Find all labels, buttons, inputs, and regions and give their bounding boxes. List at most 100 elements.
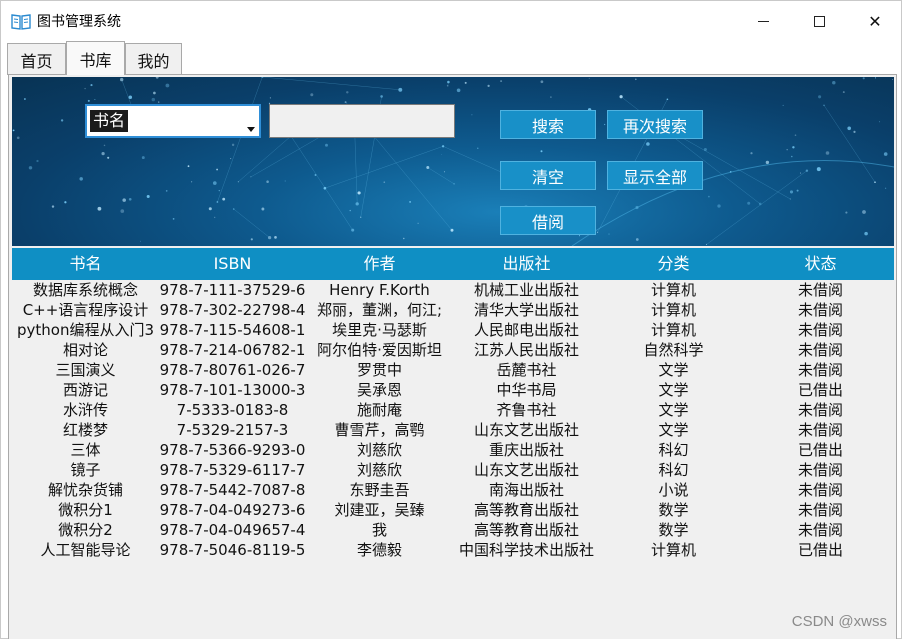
cell-author: 曹雪芹，高鹗 xyxy=(334,421,425,439)
cell-title: 数据库系统概念 xyxy=(32,281,138,299)
minimize-button[interactable] xyxy=(735,1,791,41)
clear-button[interactable]: 清空 xyxy=(500,161,596,190)
cell-category: 自然科学 xyxy=(643,341,704,359)
tab-library-label: 书库 xyxy=(79,50,112,70)
cell-isbn: 978-7-04-049657-4 xyxy=(159,521,306,539)
cell-status: 未借阅 xyxy=(797,301,843,319)
tab-home-label: 首页 xyxy=(20,51,53,71)
cell-author: Henry F.Korth xyxy=(329,281,430,299)
cell-publisher: 中华书局 xyxy=(496,381,557,399)
cell-author: 埃里克·马瑟斯 xyxy=(332,321,427,339)
table-row[interactable]: 西游记 978-7-101-13000-3 吴承恩 中华书局 文学 已借出 xyxy=(12,380,894,400)
cell-title: 水浒传 xyxy=(62,401,108,419)
table-row[interactable]: C++语言程序设计 978-7-302-22798-4 郑丽，董渊，何江; 清华大学出… xyxy=(12,300,894,320)
cell-isbn: 978-7-111-37529-6 xyxy=(159,281,306,299)
cell-status: 未借阅 xyxy=(797,481,843,499)
cell-author: 施耐庵 xyxy=(356,401,402,419)
cell-publisher: 江苏人民出版社 xyxy=(473,341,579,359)
cell-title: 三国演义 xyxy=(55,361,116,379)
cell-category: 计算机 xyxy=(650,301,696,319)
search-field-select[interactable]: 书名 xyxy=(85,104,261,138)
maximize-icon xyxy=(813,15,825,27)
cell-author: 东野圭吾 xyxy=(349,481,410,499)
cell-category: 计算机 xyxy=(650,541,696,559)
borrow-button[interactable]: 借阅 xyxy=(500,206,596,235)
table-row[interactable]: 三体 978-7-5366-9293-0 刘慈欣 重庆出版社 科幻 已借出 xyxy=(12,440,894,460)
table-row[interactable]: 镜子 978-7-5329-6117-7 刘慈欣 山东文艺出版社 科幻 未借阅 xyxy=(12,460,894,480)
chevron-down-icon[interactable] xyxy=(247,127,255,132)
cell-status: 未借阅 xyxy=(797,401,843,419)
table-row[interactable]: 人工智能导论 978-7-5046-8119-5 李德毅 中国科学技术出版社 计算机 已借… xyxy=(12,540,894,560)
tab-library[interactable]: 书库 xyxy=(66,41,125,75)
cell-publisher: 清华大学出版社 xyxy=(473,301,579,319)
column-header-status[interactable]: 状态 xyxy=(747,248,894,280)
tab-mine[interactable]: 我的 xyxy=(125,43,182,75)
table-row[interactable]: 微积分1 978-7-04-049273-6 刘建亚，吴臻 高等教育出版社 数学 未借阅 xyxy=(12,500,894,520)
table-row[interactable]: 水浒传 7-5333-0183-8 施耐庵 齐鲁书社 文学 未借阅 xyxy=(12,400,894,420)
cell-category: 数学 xyxy=(658,501,689,519)
cell-publisher: 重庆出版社 xyxy=(488,441,564,459)
table-row[interactable]: 红楼梦 7-5329-2157-3 曹雪芹，高鹗 山东文艺出版社 文学 未借阅 xyxy=(12,420,894,440)
cell-status: 已借出 xyxy=(797,381,843,399)
table-row[interactable]: 微积分2 978-7-04-049657-4 我 高等教育出版社 数学 未借阅 xyxy=(12,520,894,540)
cell-publisher: 岳麓书社 xyxy=(496,361,557,379)
cell-category: 文学 xyxy=(658,381,689,399)
watermark: CSDN @xwss xyxy=(791,613,887,630)
cell-publisher: 高等教育出版社 xyxy=(473,501,579,519)
column-header-category[interactable]: 分类 xyxy=(600,248,747,280)
tab-home[interactable]: 首页 xyxy=(7,43,66,75)
cell-publisher: 机械工业出版社 xyxy=(473,281,579,299)
tab-mine-label: 我的 xyxy=(137,51,170,71)
search-button[interactable]: 搜索 xyxy=(500,110,596,139)
books-table[interactable]: 书名 ISBN 作者 出版社 分类 状态 数据库系统概念 978-7-111-37… xyxy=(12,248,894,638)
table-row[interactable]: 数据库系统概念 978-7-111-37529-6 Henry F.Korth 机械工… xyxy=(12,280,894,300)
cell-status: 未借阅 xyxy=(797,521,843,539)
table-row[interactable]: 相对论 978-7-214-06782-1 阿尔伯特·爱因斯坦 江苏人民出版社 自然科学… xyxy=(12,340,894,360)
cell-author: 阿尔伯特·爱因斯坦 xyxy=(317,341,442,359)
cell-isbn: 978-7-5046-8119-5 xyxy=(159,541,306,559)
column-header-publisher[interactable]: 出版社 xyxy=(453,248,600,280)
cell-publisher: 中国科学技术出版社 xyxy=(458,541,594,559)
cell-isbn: 978-7-214-06782-1 xyxy=(159,341,306,359)
close-icon: ✕ xyxy=(868,11,882,31)
search-again-button[interactable]: 再次搜索 xyxy=(607,110,703,139)
cell-title: python编程从入门3 xyxy=(16,321,154,339)
cell-author: 刘慈欣 xyxy=(356,461,402,479)
column-header-author[interactable]: 作者 xyxy=(306,248,453,280)
cell-author: 郑丽，董渊，何江; xyxy=(316,301,443,319)
column-header-title[interactable]: 书名 xyxy=(12,248,159,280)
cell-category: 数学 xyxy=(658,521,689,539)
table-row[interactable]: 三国演义 978-7-80761-026-7 罗贯中 岳麓书社 文学 未借阅 xyxy=(12,360,894,380)
cell-title: 解忧杂货铺 xyxy=(47,481,123,499)
maximize-button[interactable] xyxy=(791,1,847,41)
cell-author: 罗贯中 xyxy=(356,361,402,379)
close-button[interactable]: ✕ xyxy=(847,1,902,41)
show-all-button[interactable]: 显示全部 xyxy=(607,161,703,190)
table-body: 数据库系统概念 978-7-111-37529-6 Henry F.Korth 机械工… xyxy=(12,280,894,560)
cell-publisher: 人民邮电出版社 xyxy=(473,321,579,339)
cell-publisher: 高等教育出版社 xyxy=(473,521,579,539)
table-row[interactable]: python编程从入门3 978-7-115-54608-1 埃里克·马瑟斯 人民邮电… xyxy=(12,320,894,340)
search-banner: 书名 搜索 再次搜索 清空 显示全部 借阅 xyxy=(12,77,894,246)
cell-title: C++语言程序设计 xyxy=(22,301,149,319)
search-field-selected: 书名 xyxy=(90,110,129,132)
cell-category: 科幻 xyxy=(658,441,689,459)
column-header-isbn[interactable]: ISBN xyxy=(159,248,306,280)
cell-status: 未借阅 xyxy=(797,341,843,359)
cell-status: 已借出 xyxy=(797,441,843,459)
cell-isbn: 7-5333-0183-8 xyxy=(176,401,289,419)
cell-author: 我 xyxy=(371,521,387,539)
cell-status: 未借阅 xyxy=(797,361,843,379)
table-row[interactable]: 解忧杂货铺 978-7-5442-7087-8 东野圭吾 南海出版社 小说 未借阅 xyxy=(12,480,894,500)
cell-title: 三体 xyxy=(70,441,101,459)
cell-title: 红楼梦 xyxy=(62,421,108,439)
cell-title: 微积分2 xyxy=(58,521,113,539)
cell-isbn: 978-7-80761-026-7 xyxy=(159,361,306,379)
cell-category: 文学 xyxy=(658,401,689,419)
search-input[interactable] xyxy=(269,104,455,138)
minimize-icon xyxy=(757,20,769,22)
cell-publisher: 山东文艺出版社 xyxy=(473,421,579,439)
cell-isbn: 978-7-302-22798-4 xyxy=(159,301,306,319)
cell-publisher: 山东文艺出版社 xyxy=(473,461,579,479)
title-bar[interactable]: 图书管理系统 ✕ xyxy=(1,1,901,41)
